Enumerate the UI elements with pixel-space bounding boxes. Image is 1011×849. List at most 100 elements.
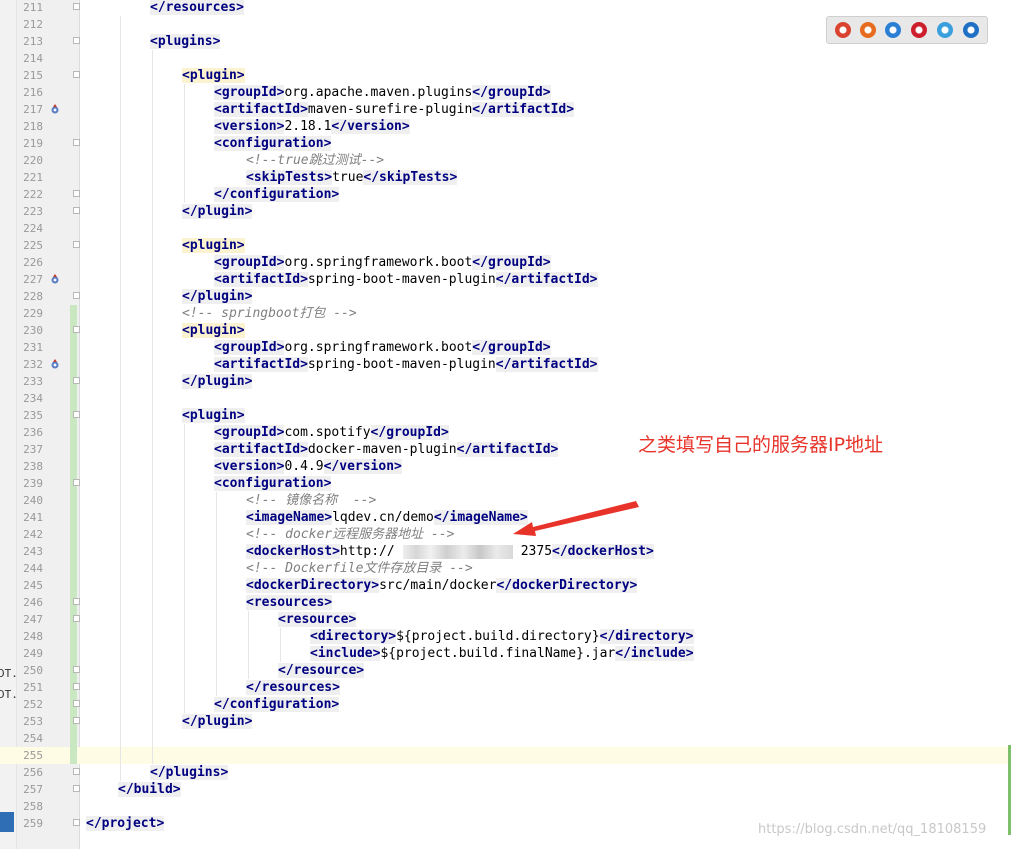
- line-number: 212: [23, 18, 43, 31]
- code-text: <groupId>org.apache.maven.plugins</group…: [214, 84, 551, 101]
- code-line: 258: [0, 798, 1011, 815]
- xml-tag: </groupId>: [472, 340, 551, 355]
- fold-icon[interactable]: [73, 326, 80, 333]
- code-text: <plugins>: [150, 33, 221, 50]
- vcs-change-marker: [70, 509, 77, 526]
- xml-tag: </project>: [86, 816, 165, 831]
- line-number: 250: [23, 664, 43, 677]
- xml-comment: <!-- Dockerfile文件存放目录 -->: [246, 561, 473, 576]
- xml-tag: <configuration>: [214, 476, 332, 491]
- ie-icon[interactable]: [937, 22, 953, 38]
- code-text: </resources>: [150, 0, 244, 16]
- code-text: <configuration>: [214, 475, 332, 492]
- fold-icon[interactable]: [73, 292, 80, 299]
- vcs-change-marker: [70, 645, 77, 662]
- browser-preview-bar: [826, 16, 988, 44]
- code-text: <version>2.18.1</version>: [214, 118, 410, 135]
- indent-guide: [216, 492, 217, 696]
- xml-text: org.apache.maven.plugins: [284, 85, 473, 100]
- fold-icon[interactable]: [73, 71, 80, 78]
- xml-tag: <resources>: [246, 595, 333, 610]
- code-text: <plugin>: [182, 322, 245, 339]
- vcs-change-marker: [70, 492, 77, 509]
- xml-tag: </plugin>: [182, 374, 253, 389]
- xml-text: ${project.build.directory}: [396, 629, 600, 644]
- line-number: 248: [23, 630, 43, 643]
- safari-icon[interactable]: [885, 22, 901, 38]
- fold-icon[interactable]: [73, 598, 80, 605]
- xml-tag: </artifactId>: [495, 357, 598, 372]
- line-number: 229: [23, 307, 43, 320]
- code-text: <artifactId>spring-boot-maven-plugin</ar…: [214, 271, 598, 288]
- fold-icon[interactable]: [73, 615, 80, 622]
- line-number: 243: [23, 545, 43, 558]
- opera-icon[interactable]: [911, 22, 927, 38]
- edge-icon[interactable]: [963, 22, 979, 38]
- override-gutter-icon[interactable]: [50, 274, 60, 285]
- line-number: 213: [23, 35, 43, 48]
- vcs-change-marker: [70, 543, 77, 560]
- chrome-icon[interactable]: [835, 22, 851, 38]
- xml-tag: </skipTests>: [363, 170, 458, 185]
- fold-icon[interactable]: [73, 683, 80, 690]
- firefox-icon[interactable]: [860, 22, 876, 38]
- fold-icon[interactable]: [73, 207, 80, 214]
- code-text: <directory>${project.build.directory}</d…: [310, 628, 694, 645]
- line-number: 228: [23, 290, 43, 303]
- line-number: 220: [23, 154, 43, 167]
- line-number: 226: [23, 256, 43, 269]
- xml-tag: </directory>: [599, 629, 694, 644]
- xml-tag: </version>: [331, 119, 410, 134]
- xml-tag: <resource>: [278, 612, 357, 627]
- code-text: </configuration>: [214, 696, 340, 713]
- fold-icon[interactable]: [73, 241, 80, 248]
- line-number: 238: [23, 460, 43, 473]
- line-number: 256: [23, 766, 43, 779]
- fold-icon[interactable]: [73, 190, 80, 197]
- line-number: 211: [23, 1, 43, 14]
- fold-icon[interactable]: [73, 3, 80, 10]
- xml-tag: <version>: [214, 459, 285, 474]
- line-number: 218: [23, 120, 43, 133]
- code-text: <artifactId>docker-maven-plugin</artifac…: [214, 441, 559, 458]
- line-number: 254: [23, 732, 43, 745]
- xml-text: 2375: [520, 544, 553, 559]
- fold-icon[interactable]: [73, 819, 80, 826]
- fold-icon[interactable]: [73, 479, 80, 486]
- fold-icon[interactable]: [73, 768, 80, 775]
- line-number: 222: [23, 188, 43, 201]
- xml-tag: </groupId>: [472, 85, 551, 100]
- override-gutter-icon[interactable]: [50, 104, 60, 115]
- xml-tag: </groupId>: [370, 425, 449, 440]
- code-text: <configuration>: [214, 135, 332, 152]
- code-text: </plugin>: [182, 288, 253, 305]
- code-text: <version>0.4.9</version>: [214, 458, 402, 475]
- line-number: 239: [23, 477, 43, 490]
- fold-icon[interactable]: [73, 411, 80, 418]
- xml-tag: </resources>: [150, 0, 244, 15]
- code-text: </plugin>: [182, 203, 253, 220]
- xml-tag: </version>: [323, 459, 402, 474]
- fold-icon[interactable]: [73, 377, 80, 384]
- xml-comment: <!-- docker远程服务器地址 -->: [246, 527, 455, 542]
- fold-icon[interactable]: [73, 785, 80, 792]
- indent-guide: [248, 611, 249, 679]
- line-number: 227: [23, 273, 43, 286]
- xml-tag: </artifactId>: [472, 102, 575, 117]
- fold-icon[interactable]: [73, 700, 80, 707]
- fold-icon[interactable]: [73, 666, 80, 673]
- fold-icon[interactable]: [73, 139, 80, 146]
- xml-text: 0.4.9: [284, 459, 324, 474]
- code-text: </configuration>: [214, 186, 340, 203]
- line-number: 246: [23, 596, 43, 609]
- xml-tag: <dockerHost>: [246, 544, 340, 559]
- line-number: 249: [23, 647, 43, 660]
- code-text: <artifactId>maven-surefire-plugin</artif…: [214, 101, 575, 118]
- xml-text: true: [332, 170, 364, 185]
- fold-icon[interactable]: [73, 717, 80, 724]
- fold-icon[interactable]: [73, 37, 80, 44]
- xml-tag: <artifactId>: [214, 102, 308, 117]
- xml-text: ${project.build.finalName}.jar: [380, 646, 616, 661]
- override-gutter-icon[interactable]: [50, 359, 60, 370]
- redacted-ip: [402, 544, 513, 559]
